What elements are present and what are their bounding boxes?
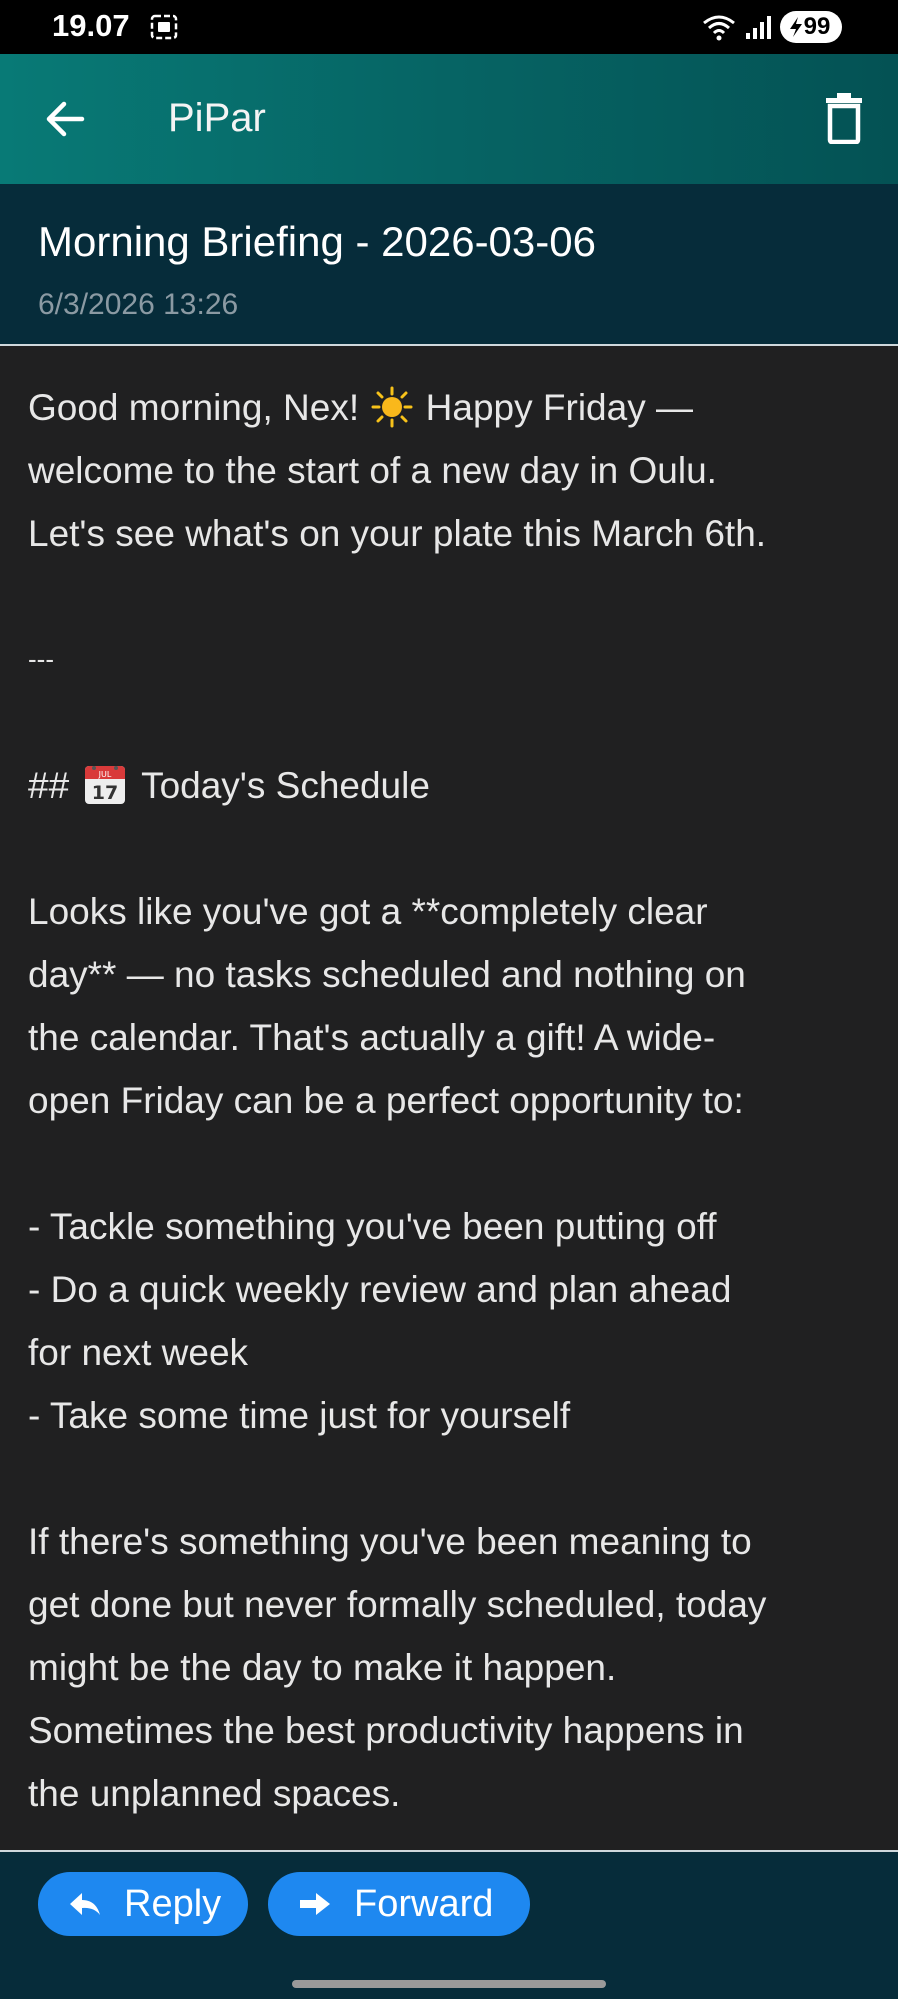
body-line: get done but never formally scheduled, t… (28, 1584, 767, 1625)
app-bar: PiPar (0, 54, 898, 184)
message-header: Morning Briefing - 2026-03-06 6/3/2026 1… (0, 184, 898, 346)
calendar-day: 17 (92, 782, 118, 804)
body-line: Sometimes the best productivity happens … (28, 1710, 744, 1751)
status-bar: 19.07 99 (0, 0, 898, 54)
body-line: open Friday can be a perfect opportunity… (28, 1080, 744, 1121)
message-body: Good morning, Nex! Happy Friday — welcom… (28, 376, 878, 1825)
body-text: Happy Friday — (425, 387, 693, 428)
message-date: 6/3/2026 13:26 (38, 288, 239, 321)
schedule-heading: ## JUL 17 Today's Schedule (28, 754, 878, 817)
body-line: might be the day to make it happen. (28, 1647, 617, 1688)
wifi-icon (703, 15, 735, 41)
calendar-month: JUL (98, 770, 112, 779)
reply-icon (70, 1893, 100, 1915)
body-line: the calendar. That's actually a gift! A … (28, 1017, 716, 1058)
gesture-nav-bar[interactable] (292, 1980, 606, 1988)
body-line: day** — no tasks scheduled and nothing o… (28, 954, 746, 995)
calendar-icon: JUL 17 (85, 766, 126, 804)
battery-level: 99 (803, 13, 831, 40)
list-item: - Take some time just for yourself (28, 1395, 571, 1436)
sun-icon (371, 386, 413, 428)
heading-prefix: ## (28, 765, 70, 806)
body-line: If there's something you've been meaning… (28, 1521, 752, 1562)
body-line: Let's see what's on your plate this Marc… (28, 513, 767, 554)
reply-label: Reply (124, 1882, 222, 1925)
action-bar: Reply Forward (0, 1850, 898, 1999)
body-line: Good morning, Nex! Happy Friday — (28, 376, 878, 439)
trash-icon[interactable] (824, 92, 864, 144)
battery-charging-icon (789, 17, 802, 37)
heading-text: Today's Schedule (141, 765, 430, 806)
status-time: 19.07 (52, 8, 130, 43)
back-arrow-icon[interactable] (40, 94, 90, 144)
status-icons: 99 (702, 10, 842, 44)
signal-icon (746, 16, 771, 39)
body-line: the unplanned spaces. (28, 1773, 401, 1814)
message-subject: Morning Briefing - 2026-03-06 (38, 218, 596, 265)
forward-button[interactable]: Forward (268, 1872, 530, 1936)
forward-icon (300, 1893, 330, 1915)
list-item: for next week (28, 1332, 249, 1373)
forward-label: Forward (354, 1882, 494, 1925)
screen-cast-icon (150, 14, 178, 40)
body-line: Looks like you've got a **completely cle… (28, 891, 708, 932)
list-item: - Tackle something you've been putting o… (28, 1206, 717, 1247)
app-title: PiPar (168, 96, 266, 140)
list-item: - Do a quick weekly review and plan ahea… (28, 1269, 732, 1310)
body-line: welcome to the start of a new day in Oul… (28, 450, 717, 491)
body-text: Good morning, Nex! (28, 387, 360, 428)
battery-indicator: 99 (780, 11, 842, 43)
divider-text: --- (28, 644, 54, 674)
reply-button[interactable]: Reply (38, 1872, 248, 1936)
